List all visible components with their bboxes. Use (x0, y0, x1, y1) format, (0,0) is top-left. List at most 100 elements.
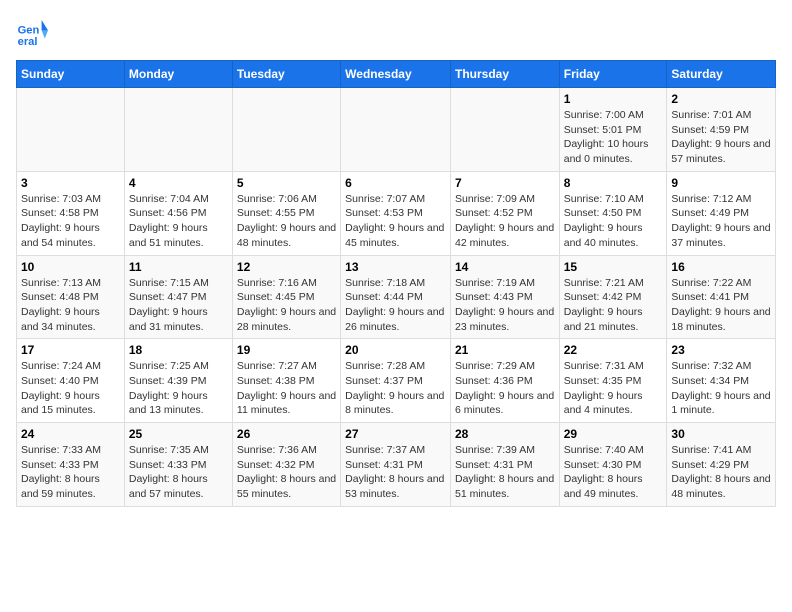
calendar-cell (341, 88, 451, 172)
calendar-table: SundayMondayTuesdayWednesdayThursdayFrid… (16, 60, 776, 507)
calendar-cell: 2Sunrise: 7:01 AM Sunset: 4:59 PM Daylig… (667, 88, 776, 172)
day-info: Sunrise: 7:37 AM Sunset: 4:31 PM Dayligh… (345, 443, 446, 502)
day-info: Sunrise: 7:41 AM Sunset: 4:29 PM Dayligh… (671, 443, 771, 502)
day-number: 27 (345, 427, 446, 441)
calendar-cell: 24 Sunrise: 7:33 AM Sunset: 4:33 PM Dayli… (17, 423, 125, 507)
day-number: 21 (455, 343, 555, 357)
day-info: Sunrise: 7:35 AM Sunset: 4:33 PM Dayligh… (129, 443, 228, 502)
svg-text:eral: eral (18, 36, 38, 48)
calendar-cell: 26 Sunrise: 7:36 AM Sunset: 4:32 PM Dayli… (232, 423, 340, 507)
day-info: Sunrise: 7:03 AM Sunset: 4:58 PM Dayligh… (21, 192, 120, 251)
calendar-cell: 12 Sunrise: 7:16 AM Sunset: 4:45 PM Dayli… (232, 255, 340, 339)
calendar-week-row: 24 Sunrise: 7:33 AM Sunset: 4:33 PM Dayli… (17, 423, 776, 507)
calendar-cell: 29 Sunrise: 7:40 AM Sunset: 4:30 PM Dayli… (559, 423, 667, 507)
day-info: Sunrise: 7:09 AM Sunset: 4:52 PM Dayligh… (455, 192, 555, 251)
calendar-cell (124, 88, 232, 172)
weekday-header-sunday: Sunday (17, 61, 125, 88)
day-info: Sunrise: 7:00 AM Sunset: 5:01 PM Dayligh… (564, 108, 663, 167)
calendar-cell: 15 Sunrise: 7:21 AM Sunset: 4:42 PM Dayli… (559, 255, 667, 339)
day-number: 6 (345, 176, 446, 190)
calendar-cell: 30Sunrise: 7:41 AM Sunset: 4:29 PM Dayli… (667, 423, 776, 507)
calendar-cell: 28 Sunrise: 7:39 AM Sunset: 4:31 PM Dayli… (450, 423, 559, 507)
day-number: 26 (237, 427, 336, 441)
weekday-header-thursday: Thursday (450, 61, 559, 88)
day-info: Sunrise: 7:24 AM Sunset: 4:40 PM Dayligh… (21, 359, 120, 418)
day-number: 4 (129, 176, 228, 190)
calendar-cell (450, 88, 559, 172)
day-number: 12 (237, 260, 336, 274)
day-info: Sunrise: 7:22 AM Sunset: 4:41 PM Dayligh… (671, 276, 771, 335)
weekday-header-wednesday: Wednesday (341, 61, 451, 88)
calendar-cell: 23Sunrise: 7:32 AM Sunset: 4:34 PM Dayli… (667, 339, 776, 423)
calendar-cell: 1 Sunrise: 7:00 AM Sunset: 5:01 PM Daylig… (559, 88, 667, 172)
day-number: 14 (455, 260, 555, 274)
weekday-header-tuesday: Tuesday (232, 61, 340, 88)
calendar-cell: 27 Sunrise: 7:37 AM Sunset: 4:31 PM Dayli… (341, 423, 451, 507)
calendar-cell: 19 Sunrise: 7:27 AM Sunset: 4:38 PM Dayli… (232, 339, 340, 423)
calendar-cell: 17 Sunrise: 7:24 AM Sunset: 4:40 PM Dayli… (17, 339, 125, 423)
calendar-cell: 21Sunrise: 7:29 AM Sunset: 4:36 PM Dayli… (450, 339, 559, 423)
day-number: 10 (21, 260, 120, 274)
day-number: 23 (671, 343, 771, 357)
calendar-cell (17, 88, 125, 172)
day-info: Sunrise: 7:21 AM Sunset: 4:42 PM Dayligh… (564, 276, 663, 335)
calendar-cell: 4 Sunrise: 7:04 AM Sunset: 4:56 PM Daylig… (124, 171, 232, 255)
day-info: Sunrise: 7:13 AM Sunset: 4:48 PM Dayligh… (21, 276, 120, 335)
day-number: 29 (564, 427, 663, 441)
day-number: 2 (671, 92, 771, 106)
calendar-cell (232, 88, 340, 172)
calendar-week-row: 1 Sunrise: 7:00 AM Sunset: 5:01 PM Daylig… (17, 88, 776, 172)
day-number: 7 (455, 176, 555, 190)
weekday-header-saturday: Saturday (667, 61, 776, 88)
day-info: Sunrise: 7:18 AM Sunset: 4:44 PM Dayligh… (345, 276, 446, 335)
calendar-cell: 6 Sunrise: 7:07 AM Sunset: 4:53 PM Daylig… (341, 171, 451, 255)
day-number: 28 (455, 427, 555, 441)
day-info: Sunrise: 7:25 AM Sunset: 4:39 PM Dayligh… (129, 359, 228, 418)
day-number: 1 (564, 92, 663, 106)
calendar-week-row: 17 Sunrise: 7:24 AM Sunset: 4:40 PM Dayli… (17, 339, 776, 423)
day-info: Sunrise: 7:31 AM Sunset: 4:35 PM Dayligh… (564, 359, 663, 418)
day-info: Sunrise: 7:40 AM Sunset: 4:30 PM Dayligh… (564, 443, 663, 502)
day-info: Sunrise: 7:36 AM Sunset: 4:32 PM Dayligh… (237, 443, 336, 502)
day-number: 8 (564, 176, 663, 190)
logo-icon: Gen eral (16, 16, 48, 48)
day-number: 22 (564, 343, 663, 357)
weekday-header-friday: Friday (559, 61, 667, 88)
calendar-cell: 9Sunrise: 7:12 AM Sunset: 4:49 PM Daylig… (667, 171, 776, 255)
day-number: 11 (129, 260, 228, 274)
day-number: 17 (21, 343, 120, 357)
calendar-week-row: 3 Sunrise: 7:03 AM Sunset: 4:58 PM Daylig… (17, 171, 776, 255)
day-info: Sunrise: 7:39 AM Sunset: 4:31 PM Dayligh… (455, 443, 555, 502)
day-info: Sunrise: 7:04 AM Sunset: 4:56 PM Dayligh… (129, 192, 228, 251)
calendar-cell: 22 Sunrise: 7:31 AM Sunset: 4:35 PM Dayli… (559, 339, 667, 423)
day-info: Sunrise: 7:33 AM Sunset: 4:33 PM Dayligh… (21, 443, 120, 502)
header: Gen eral (16, 16, 776, 48)
calendar-week-row: 10 Sunrise: 7:13 AM Sunset: 4:48 PM Dayli… (17, 255, 776, 339)
weekday-header-monday: Monday (124, 61, 232, 88)
calendar-cell: 25 Sunrise: 7:35 AM Sunset: 4:33 PM Dayli… (124, 423, 232, 507)
day-info: Sunrise: 7:16 AM Sunset: 4:45 PM Dayligh… (237, 276, 336, 335)
day-number: 15 (564, 260, 663, 274)
calendar-cell: 5 Sunrise: 7:06 AM Sunset: 4:55 PM Daylig… (232, 171, 340, 255)
day-number: 25 (129, 427, 228, 441)
day-number: 24 (21, 427, 120, 441)
day-number: 5 (237, 176, 336, 190)
day-info: Sunrise: 7:06 AM Sunset: 4:55 PM Dayligh… (237, 192, 336, 251)
calendar-cell: 14 Sunrise: 7:19 AM Sunset: 4:43 PM Dayli… (450, 255, 559, 339)
day-info: Sunrise: 7:27 AM Sunset: 4:38 PM Dayligh… (237, 359, 336, 418)
day-number: 20 (345, 343, 446, 357)
day-number: 18 (129, 343, 228, 357)
day-number: 13 (345, 260, 446, 274)
weekday-header-row: SundayMondayTuesdayWednesdayThursdayFrid… (17, 61, 776, 88)
calendar-cell: 11Sunrise: 7:15 AM Sunset: 4:47 PM Dayli… (124, 255, 232, 339)
day-info: Sunrise: 7:19 AM Sunset: 4:43 PM Dayligh… (455, 276, 555, 335)
calendar-cell: 10 Sunrise: 7:13 AM Sunset: 4:48 PM Dayli… (17, 255, 125, 339)
calendar-cell: 7 Sunrise: 7:09 AM Sunset: 4:52 PM Daylig… (450, 171, 559, 255)
calendar-cell: 8 Sunrise: 7:10 AM Sunset: 4:50 PM Daylig… (559, 171, 667, 255)
day-info: Sunrise: 7:07 AM Sunset: 4:53 PM Dayligh… (345, 192, 446, 251)
day-number: 19 (237, 343, 336, 357)
day-number: 3 (21, 176, 120, 190)
day-number: 9 (671, 176, 771, 190)
day-info: Sunrise: 7:10 AM Sunset: 4:50 PM Dayligh… (564, 192, 663, 251)
calendar-cell: 3 Sunrise: 7:03 AM Sunset: 4:58 PM Daylig… (17, 171, 125, 255)
